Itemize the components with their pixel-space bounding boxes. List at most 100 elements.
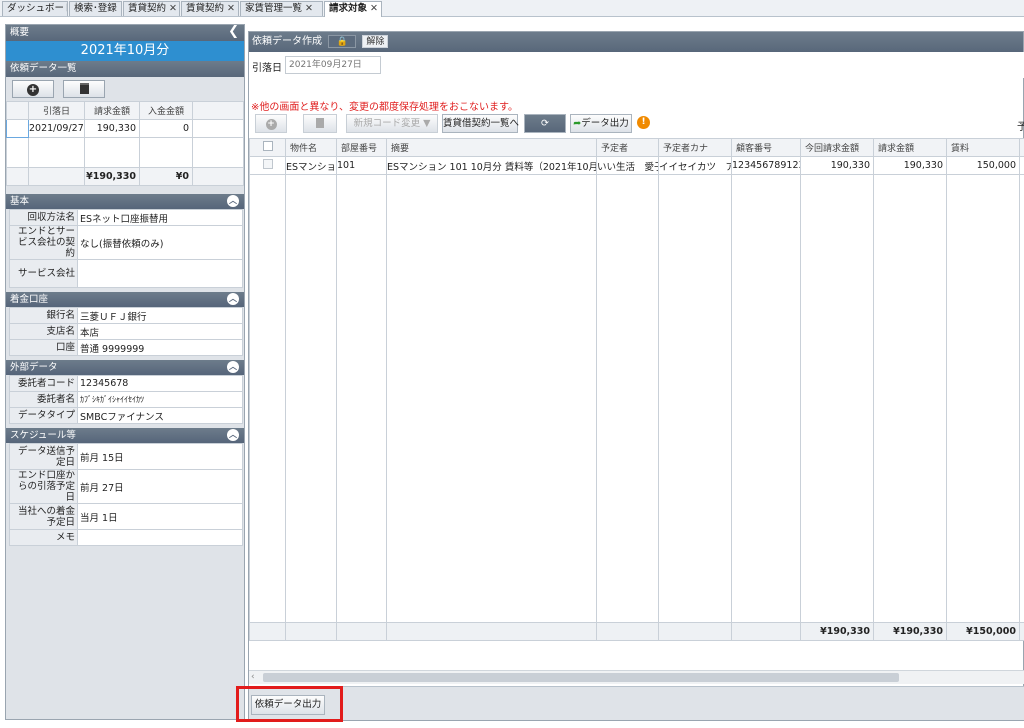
section-title: 基本 <box>10 196 30 207</box>
col-header[interactable]: 予定者 <box>596 138 659 157</box>
lock-icon: 🔒 <box>328 34 357 48</box>
select-all-checkbox[interactable] <box>249 138 286 157</box>
section-title: スケジュール等 <box>10 430 76 441</box>
right-panel: 依頼データ作成 🔒 解除 引落日 ※他の画面と異なり、変更の都度保存処理をおこな… <box>236 31 1024 722</box>
col-header[interactable]: 顧客番号 <box>731 138 801 157</box>
date-label: 引落日 <box>252 63 282 74</box>
memo-field[interactable] <box>77 529 243 546</box>
collapse-icon[interactable]: ︿ <box>227 195 239 207</box>
col-header[interactable]: 予定者カナ <box>658 138 732 157</box>
col-header[interactable]: 部屋番号 <box>336 138 387 157</box>
table-header-row: 引落日 請求金額 入金金額 <box>6 101 244 120</box>
trash-icon <box>316 118 324 128</box>
field-label: 口座 <box>9 339 78 356</box>
billing-grid: 物件名 部屋番号 摘要 予定者 予定者カナ 顧客番号 今回請求金額 請求金額 賃… <box>249 138 1024 641</box>
close-icon[interactable]: ✕ <box>227 3 235 14</box>
section-external-header[interactable]: 外部データ ︿ <box>6 360 244 375</box>
tab-search[interactable]: 検索･登録 <box>69 1 122 16</box>
row-checkbox[interactable] <box>249 156 286 175</box>
col-header[interactable]: 摘要 <box>386 138 597 157</box>
delete-button[interactable] <box>63 80 106 98</box>
add-button[interactable]: + <box>12 80 54 98</box>
table-row[interactable]: 2021/09/27 190,330 0 <box>6 119 244 138</box>
external-table: 委託者コード 12345678 委託者名 ｶﾌﾞｼｷｶﾞｲｼｬｲｲｾｲｶﾂ データタ… <box>9 375 243 424</box>
section-bank-header[interactable]: 着金口座 ︿ <box>6 292 244 307</box>
col-header[interactable]: 今回請求金額 <box>800 138 874 157</box>
warning-message: ※他の画面と異なり、変更の都度保存処理をおこないます。 <box>251 102 518 113</box>
basic-table: 回収方法名 ESネット口座振替用 エンドとサービス会社の契約 なし(振替依頼のみ) … <box>9 209 243 288</box>
cell-rent: 150,000 <box>946 156 1020 175</box>
grid-header-row: 物件名 部屋番号 摘要 予定者 予定者カナ 顧客番号 今回請求金額 請求金額 賃… <box>249 138 1024 157</box>
tab-lease-1[interactable]: 賃貸契約 ✕ <box>123 1 180 16</box>
tab-label: 請求対象 <box>329 3 368 14</box>
request-list-title: 依頼データ一覧 <box>10 63 77 74</box>
field-value: ESネット口座振替用 <box>77 209 243 226</box>
left-panel: 概要 ❮ 2021年10月分 依頼データ一覧 + 引落日 請求金額 入金金額 20… <box>5 24 245 720</box>
request-create-title: 依頼データ作成 <box>252 36 322 47</box>
section-schedule-header[interactable]: スケジュール等 ︿ <box>6 428 244 443</box>
field-label: 委託者名 <box>9 391 78 408</box>
horizontal-scrollbar[interactable]: ‹ <box>249 670 1024 684</box>
scroll-left-icon[interactable]: ‹ <box>251 672 255 682</box>
col-header[interactable]: 賃料 <box>946 138 1020 157</box>
col-filler <box>1019 138 1024 157</box>
list-toolbar: + <box>6 77 244 101</box>
tab-label: 賃貸契約 <box>128 3 167 14</box>
cell-customer-no: 123456789123 <box>731 156 801 175</box>
unlock-button[interactable]: 解除 <box>362 34 389 48</box>
cut-label: 予 <box>1017 122 1024 133</box>
scrollbar-thumb[interactable] <box>263 673 899 682</box>
debit-date-input[interactable] <box>285 56 381 74</box>
collapse-icon[interactable]: ︿ <box>227 429 239 441</box>
trash-icon <box>79 83 89 94</box>
month-label: 2021年10月分 <box>6 41 244 61</box>
add-row-button[interactable]: + <box>255 114 287 133</box>
cell-room: 101 <box>336 156 387 175</box>
cell-filler <box>1019 156 1024 175</box>
field-label: データ送信予定日 <box>9 443 78 470</box>
tab-dashboard[interactable]: ダッシュボード <box>2 1 68 16</box>
total-rent: ¥150,000 <box>946 622 1020 641</box>
grid-total-row: ¥190,330 ¥190,330 ¥150,000 <box>249 622 1024 641</box>
cell-property: ESマンション <box>285 156 337 175</box>
close-icon[interactable]: ✕ <box>169 3 177 14</box>
cell-filler <box>192 119 244 138</box>
collapse-icon[interactable]: ︿ <box>227 293 239 305</box>
request-data-export-button[interactable]: 依頼データ出力 <box>251 695 325 715</box>
total-billing: ¥190,330 <box>873 622 947 641</box>
total-billing: ¥190,330 <box>84 167 140 186</box>
info-icon[interactable]: ! <box>637 116 650 129</box>
cell-billing: 190,330 <box>873 156 947 175</box>
col-header: 入金金額 <box>139 101 193 120</box>
tab-billing-target[interactable]: 請求対象 ✕ <box>324 1 382 17</box>
field-value: 三菱ＵＦＪ銀行 <box>77 307 243 324</box>
row-selector[interactable] <box>6 119 29 138</box>
table-row[interactable]: ESマンション 101 ESマンション 101 10月分 賃料等（2021年10… <box>249 156 1024 175</box>
request-create-header: 依頼データ作成 🔒 解除 <box>249 32 1023 52</box>
field-value: 普通 9999999 <box>77 339 243 356</box>
col-header[interactable]: 請求金額 <box>873 138 947 157</box>
field-label: 回収方法名 <box>9 209 78 226</box>
col-header[interactable]: 物件名 <box>285 138 337 157</box>
field-value: 本店 <box>77 323 243 340</box>
tab-rent-list[interactable]: 家賃管理一覧 ✕ <box>240 1 323 16</box>
close-icon[interactable]: ✕ <box>305 3 313 14</box>
empty-row <box>6 137 244 168</box>
tab-label: 家賃管理一覧 <box>245 3 303 14</box>
field-label: データタイプ <box>9 407 78 424</box>
collapse-left-icon[interactable]: ❮ <box>228 25 239 39</box>
data-export-button[interactable]: ➦データ出力 <box>570 114 632 133</box>
section-basic-header[interactable]: 基本 ︿ <box>6 194 244 209</box>
to-lease-list-button[interactable]: 賃貸借契約一覧へ <box>442 114 519 133</box>
collapse-icon[interactable]: ︿ <box>227 361 239 373</box>
date-row: 引落日 <box>249 52 1024 78</box>
code-change-dropdown[interactable]: 新規コード変更 ▼ <box>346 114 438 133</box>
total-received: ¥0 <box>139 167 193 186</box>
data-export-label: データ出力 <box>581 118 629 129</box>
tab-lease-2[interactable]: 賃貸契約 ✕ <box>181 1 239 16</box>
close-icon[interactable]: ✕ <box>370 3 378 14</box>
refresh-button[interactable]: ⟳ <box>524 114 566 133</box>
delete-row-button[interactable] <box>303 114 337 133</box>
field-value: 当月 1日 <box>77 503 243 530</box>
request-list-header: 依頼データ一覧 <box>6 61 244 77</box>
